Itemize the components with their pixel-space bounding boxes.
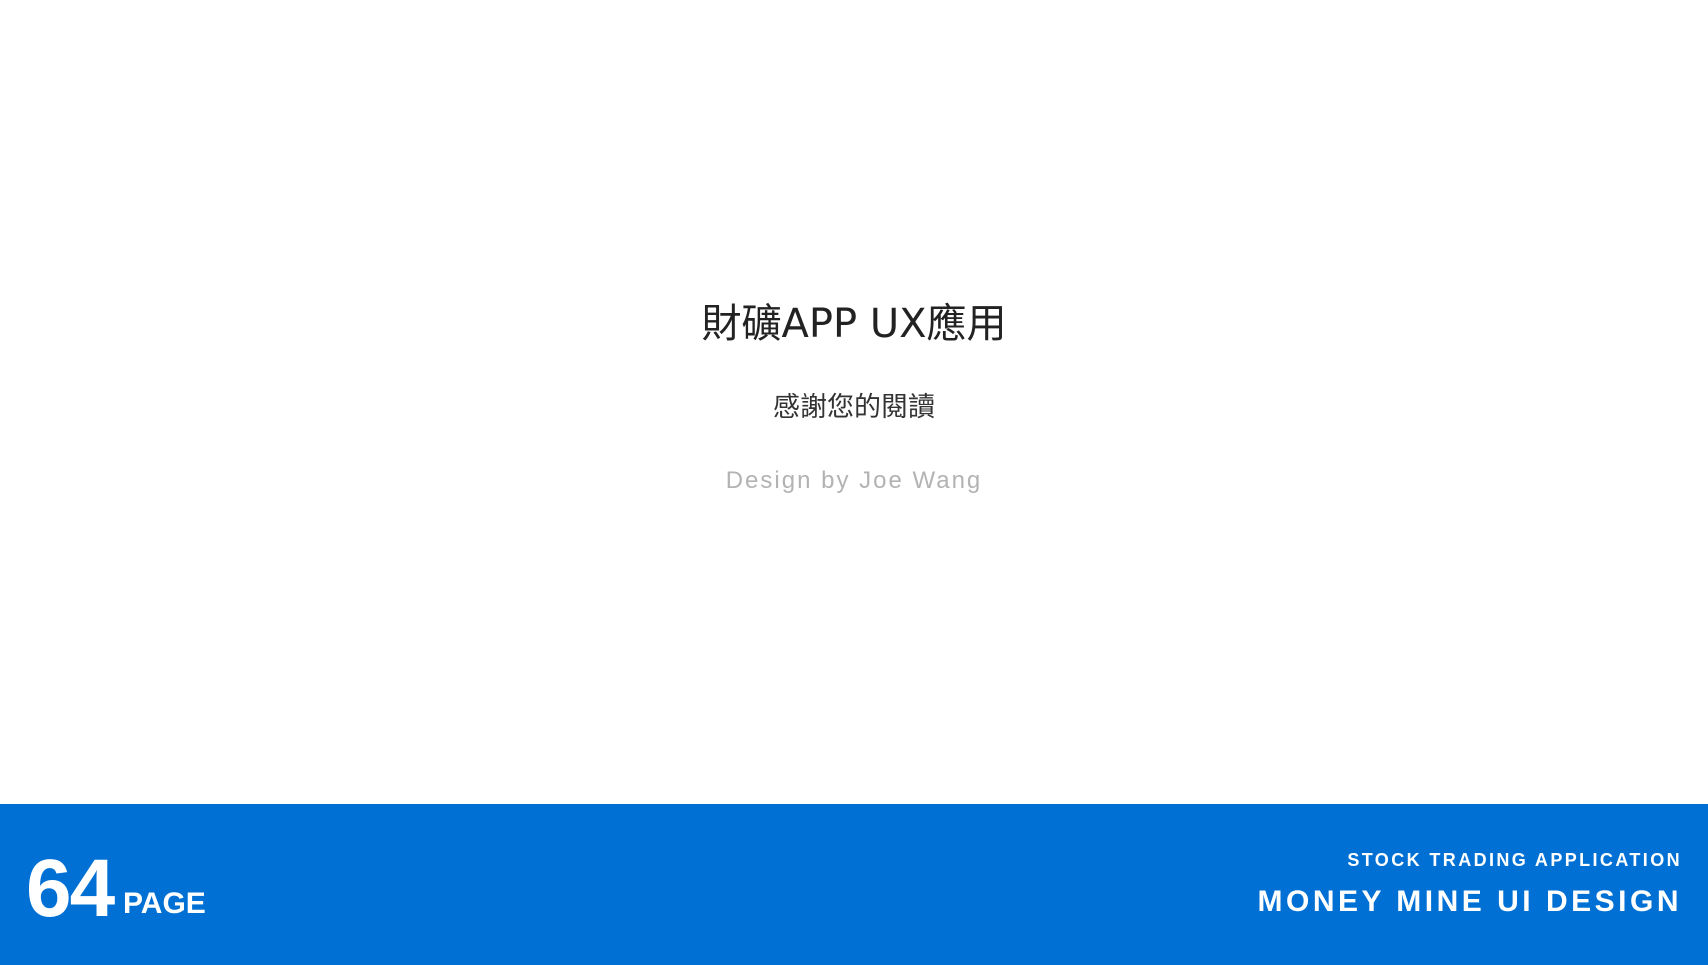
thank-you-text: 感謝您的閱讀 [773, 392, 935, 423]
footer-kicker: STOCK TRADING APPLICATION [1347, 850, 1682, 870]
slide-page: 財礦APP UX應用 感謝您的閱讀 Design by Joe Wang 64 … [0, 0, 1708, 965]
footer-branding: STOCK TRADING APPLICATION MONEY MINE UI … [1258, 848, 1683, 920]
designer-credit: Design by Joe Wang [725, 467, 983, 494]
page-number: 64 [26, 843, 115, 934]
content-area: 財礦APP UX應用 感謝您的閱讀 Design by Joe Wang [0, 0, 1708, 804]
page-title: 財礦APP UX應用 [701, 301, 1007, 347]
footer-headline: MONEY MINE UI DESIGN [1257, 885, 1682, 918]
footer-bar: 64 PAGE STOCK TRADING APPLICATION MONEY … [0, 804, 1708, 965]
page-label: PAGE [123, 887, 206, 920]
